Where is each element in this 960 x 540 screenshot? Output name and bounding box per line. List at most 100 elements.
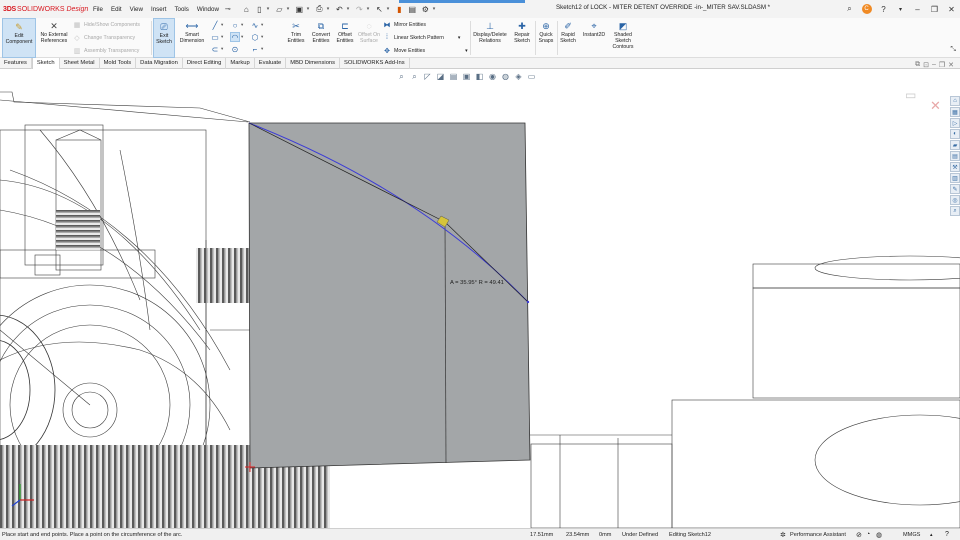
design-library-icon[interactable]: ▦ [950,107,960,117]
exit-sketch-button[interactable]: ⎚ Exit Sketch [153,18,175,58]
cancel-sketch-icon[interactable]: ✕ [930,98,941,114]
viewport-minimize-icon[interactable]: – [932,61,936,69]
tab-sketch[interactable]: Sketch [31,58,60,69]
tab-direct-editing[interactable]: Direct Editing [183,58,227,69]
open-icon[interactable]: ▱ [274,4,285,15]
quick-snaps-button[interactable]: ⊕ Quick Snaps [536,18,556,58]
recording-icon[interactable]: ◎ [950,195,960,205]
help-dropdown-icon[interactable]: ▾ [892,0,909,18]
spline-tool-icon[interactable]: ∿ [250,20,260,30]
performance-assistant-button[interactable]: Performance Assistant [790,532,846,538]
view-settings-icon[interactable]: ▭ [526,71,537,82]
unit-system-selector[interactable]: MMGS [903,532,920,538]
dynamic-annotation-icon[interactable]: ▤ [448,71,459,82]
user-icon[interactable]: C [858,0,875,18]
zoom-to-fit-icon[interactable]: ⌕ [396,71,407,82]
menu-insert[interactable]: Insert [147,6,170,13]
appearances-icon[interactable]: ◐ [950,129,960,139]
tab-solidworks-addins[interactable]: SOLIDWORKS Add-Ins [340,58,410,69]
tab-mold-tools[interactable]: Mold Tools [100,58,137,69]
pin-icon[interactable]: ⊸ [225,5,231,13]
section-view-icon[interactable]: ◪ [435,71,446,82]
menu-tools[interactable]: Tools [170,6,192,13]
viewport-restore-icon[interactable]: ❐ [939,61,945,69]
new-icon[interactable]: ▯ [254,4,265,15]
edit-component-button[interactable]: ✎ Edit Component [2,18,36,58]
status-rebuild-icon[interactable]: ⊘ [856,531,862,539]
status-quick-tips-icon[interactable]: ◍ [876,531,882,539]
convert-entities-button[interactable]: ⧉ Convert Entities [309,18,333,58]
circle-tool-icon[interactable]: ○ [230,20,240,30]
redo-dropdown-icon[interactable]: ▾ [367,6,372,12]
undo-icon[interactable]: ↶ [334,4,345,15]
display-delete-relations-button[interactable]: ⊥ Display/Delete Relations [472,18,508,58]
help-icon[interactable]: ? [875,0,892,18]
confirmation-corner-icon[interactable]: ▭ [905,88,916,102]
line-tool-icon[interactable]: ╱ [210,20,220,30]
collapse-ribbon-icon[interactable]: ⤡ [950,46,956,54]
status-help-icon[interactable]: ? [945,531,949,538]
fillet-tool-dropdown[interactable]: ▾ [261,46,263,52]
zoom-to-area-icon[interactable]: ⌕ [409,71,420,82]
smart-dimension-button[interactable]: ⟷ Smart Dimension [176,18,208,58]
home-icon[interactable]: ⌂ [241,4,252,15]
print-icon[interactable]: ⎙ [314,4,325,15]
rectangle-tool-icon[interactable]: ▭ [210,32,220,42]
tile-icon[interactable]: ⧉ [915,61,920,69]
save-dropdown-icon[interactable]: ▾ [307,6,312,12]
sketch-plane-face[interactable] [248,122,531,469]
restore-icon[interactable]: ❐ [926,0,943,18]
move-entities-button[interactable]: ✥ Move Entities ▾ [382,45,468,56]
apply-scene-icon[interactable]: ◈ [513,71,524,82]
mirror-entities-button[interactable]: ⧓ Mirror Entities [382,19,427,30]
change-transparency-button[interactable]: ◇ Change Transparency [72,32,135,43]
menu-view[interactable]: View [126,6,147,13]
menu-file[interactable]: File [89,6,107,13]
edit-appearance-icon[interactable]: ◍ [500,71,511,82]
unit-system-dropdown-icon[interactable]: ▴ [930,532,933,538]
tab-features[interactable]: Features [0,58,32,69]
fillet-tool-icon[interactable]: ⌐ [250,44,260,54]
undo-dropdown-icon[interactable]: ▾ [347,6,352,12]
options-dropdown-icon[interactable]: ▾ [433,6,438,12]
viewport-close-icon[interactable]: ✕ [948,61,954,69]
open-dropdown-icon[interactable]: ▾ [287,6,292,12]
point-tool-icon[interactable]: ⊙ [230,44,240,54]
file-props-icon[interactable]: ▤ [407,4,418,15]
line-tool-dropdown[interactable]: ▾ [221,22,223,28]
search-icon[interactable]: ⌕ [841,0,858,18]
performance-assistant-icon[interactable]: ✲ [780,531,786,539]
cad-model-view[interactable] [0,70,960,528]
tab-markup[interactable]: Markup [226,58,255,69]
options-icon[interactable]: ⚙ [420,4,431,15]
select-dropdown-icon[interactable]: ▾ [387,6,392,12]
view-orientation-icon[interactable]: ▣ [461,71,472,82]
redo-icon[interactable]: ↷ [354,4,365,15]
linear-sketch-pattern-button[interactable]: ⁞ Linear Sketch Pattern ▾ [382,32,460,43]
move-entities-dropdown[interactable]: ▾ [465,48,468,54]
close-icon[interactable]: ✕ [943,0,960,18]
hide-show-components-button[interactable]: ▦ Hide/Show Components [72,19,140,30]
print-dropdown-icon[interactable]: ▾ [327,6,332,12]
menu-window[interactable]: Window [193,6,223,13]
circle-tool-dropdown[interactable]: ▾ [241,22,243,28]
forum-icon[interactable]: ▥ [950,173,960,183]
menu-edit[interactable]: Edit [107,6,126,13]
status-sync-icon[interactable]: ◔ [866,531,870,538]
tab-mbd-dimensions[interactable]: MBD Dimensions [286,58,341,69]
slot-tool-icon[interactable]: ⊂ [210,44,220,54]
previous-view-icon[interactable]: ◸ [422,71,433,82]
spline-tool-dropdown[interactable]: ▾ [261,22,263,28]
slot-tool-dropdown[interactable]: ▾ [221,46,223,52]
tab-sheet-metal[interactable]: Sheet Metal [60,58,100,69]
polygon-tool-icon[interactable]: ⬡ [250,32,260,42]
new-dropdown-icon[interactable]: ▾ [267,6,272,12]
offset-on-surface-button[interactable]: ◌ Offset On Surface [357,18,381,58]
linear-pattern-dropdown[interactable]: ▾ [458,35,461,41]
assembly-transparency-button[interactable]: ▥ Assembly Transparency [72,45,140,56]
repair-sketch-button[interactable]: ✚ Repair Sketch [510,18,534,58]
rapid-sketch-button[interactable]: ✐ Rapid Sketch [558,18,578,58]
link-views-icon[interactable]: ⊡ [923,61,929,69]
notes-icon[interactable]: ✎ [950,184,960,194]
display-style-icon[interactable]: ◧ [474,71,485,82]
